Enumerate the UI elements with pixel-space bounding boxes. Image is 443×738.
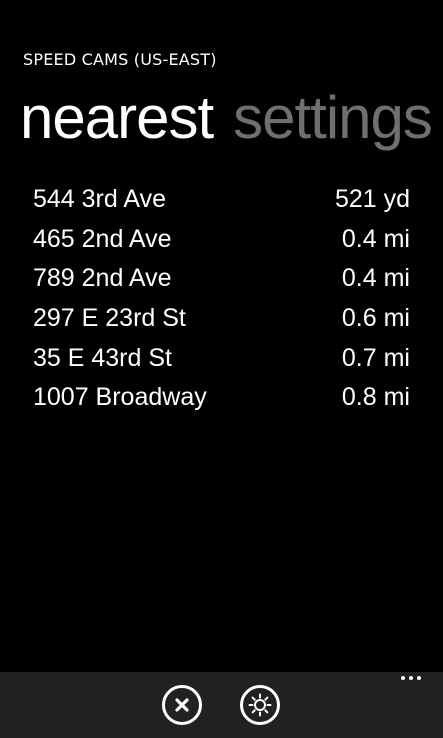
- list-item[interactable]: 35 E 43rd St 0.7 mi: [33, 338, 410, 378]
- app-title: SPEED CAMS (US-EAST): [23, 50, 217, 69]
- camera-distance: 0.4 mi: [341, 224, 410, 253]
- camera-address: 544 3rd Ave: [33, 185, 166, 214]
- brightness-icon: [248, 693, 272, 717]
- pivot-tab-settings[interactable]: settings: [233, 78, 433, 158]
- camera-address: 35 E 43rd St: [33, 343, 172, 372]
- app-screen: SPEED CAMS (US-EAST) nearest settings 544…: [0, 0, 443, 738]
- close-button[interactable]: [162, 685, 202, 725]
- camera-distance: 521 yd: [334, 185, 410, 214]
- list-item[interactable]: 789 2nd Ave 0.4 mi: [33, 259, 410, 299]
- camera-address: 789 2nd Ave: [33, 264, 172, 293]
- pivot-tab-nearest[interactable]: nearest: [20, 78, 214, 158]
- camera-distance: 0.8 mi: [341, 383, 410, 412]
- brightness-button[interactable]: [240, 685, 280, 725]
- camera-distance: 0.4 mi: [341, 264, 410, 293]
- pivot-header-bar: nearest settings: [20, 78, 443, 158]
- ellipsis-icon[interactable]: [401, 676, 421, 680]
- list-item[interactable]: 465 2nd Ave 0.4 mi: [33, 220, 410, 260]
- camera-list: 544 3rd Ave 521 yd 465 2nd Ave 0.4 mi 78…: [33, 180, 410, 418]
- camera-address: 297 E 23rd St: [33, 304, 186, 333]
- camera-address: 465 2nd Ave: [33, 224, 172, 253]
- application-bar: [0, 672, 443, 738]
- camera-address: 1007 Broadway: [33, 383, 207, 412]
- camera-distance: 0.6 mi: [341, 304, 410, 333]
- list-item[interactable]: 297 E 23rd St 0.6 mi: [33, 299, 410, 339]
- camera-distance: 0.7 mi: [341, 343, 410, 372]
- list-item[interactable]: 544 3rd Ave 521 yd: [33, 180, 410, 220]
- close-icon: [175, 698, 189, 712]
- list-item[interactable]: 1007 Broadway 0.8 mi: [33, 378, 410, 418]
